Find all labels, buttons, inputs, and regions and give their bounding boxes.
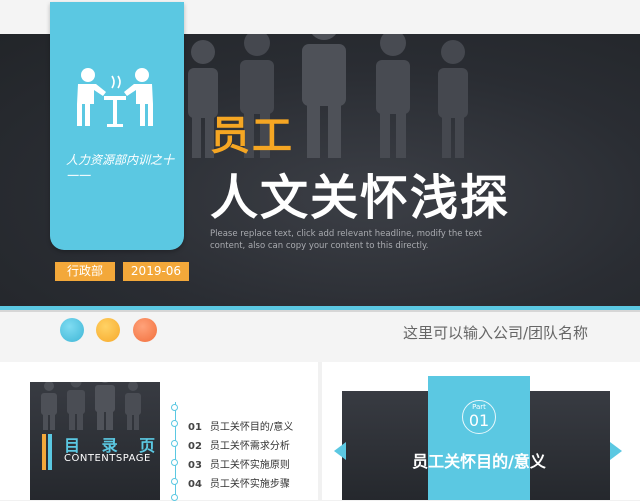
toc-item-number: 03 bbox=[188, 460, 202, 471]
person-silhouette-icon bbox=[438, 40, 468, 158]
cover-description: Please replace text, click add relevant … bbox=[210, 229, 482, 251]
toc-item-label: 员工关怀需求分析 bbox=[209, 441, 290, 452]
toc-subtitle: CONTENTSPAGE bbox=[64, 453, 151, 464]
department-tag: 行政部 bbox=[55, 262, 115, 281]
cover-title-big: 人文关怀浅探 bbox=[210, 170, 511, 226]
cover-title-small: 员工 bbox=[210, 113, 294, 159]
toc-timeline-node bbox=[171, 420, 178, 427]
toc-item[interactable]: 01 员工关怀目的/意义 bbox=[188, 418, 318, 433]
decor-dot-blue bbox=[60, 318, 84, 342]
date-tag: 2019-06 bbox=[123, 262, 189, 281]
person-silhouette-icon bbox=[67, 382, 85, 430]
toc-item[interactable]: 04 员工关怀实施步骤 bbox=[188, 475, 318, 490]
toc-item-number: 01 bbox=[188, 422, 202, 433]
person-silhouette-icon bbox=[125, 382, 141, 430]
toc-item-label: 员工关怀实施原则 bbox=[209, 460, 290, 471]
part-label: Part bbox=[472, 403, 486, 411]
toc-timeline-node bbox=[171, 440, 178, 447]
cover-accent-shadow bbox=[0, 310, 640, 312]
meeting-people-icon bbox=[77, 68, 153, 127]
cover-subtitle: 人力资源部内训之十一一 bbox=[66, 153, 175, 183]
decor-dot-orange bbox=[133, 318, 157, 342]
toc-item-label: 员工关怀实施步骤 bbox=[209, 479, 290, 490]
person-silhouette-icon bbox=[376, 34, 410, 158]
part-blue-panel bbox=[428, 376, 530, 500]
toc-accent-bar-blue bbox=[48, 434, 52, 470]
person-silhouette-icon bbox=[41, 382, 57, 430]
person-silhouette-icon bbox=[95, 382, 115, 430]
toc-timeline bbox=[175, 402, 176, 500]
toc-accent-bar-orange bbox=[42, 434, 46, 470]
toc-item-label: 员工关怀目的/意义 bbox=[209, 422, 294, 433]
part-number: 01 bbox=[468, 411, 490, 430]
toc-timeline-node bbox=[171, 478, 178, 485]
arrow-right-icon[interactable] bbox=[610, 442, 622, 460]
toc-item-number: 04 bbox=[188, 479, 202, 490]
toc-item[interactable]: 02 员工关怀需求分析 bbox=[188, 437, 318, 452]
toc-item-number: 02 bbox=[188, 441, 202, 452]
toc-timeline-node bbox=[171, 459, 178, 466]
company-name: 这里可以输入公司/团队名称 bbox=[402, 324, 588, 342]
decor-dot-yellow bbox=[96, 318, 120, 342]
part-title: 员工关怀目的/意义 bbox=[412, 452, 546, 471]
toc-item[interactable]: 03 员工关怀实施原则 bbox=[188, 456, 318, 471]
person-silhouette-icon bbox=[302, 34, 346, 158]
arrow-left-icon[interactable] bbox=[334, 442, 346, 460]
toc-timeline-node bbox=[171, 404, 178, 411]
